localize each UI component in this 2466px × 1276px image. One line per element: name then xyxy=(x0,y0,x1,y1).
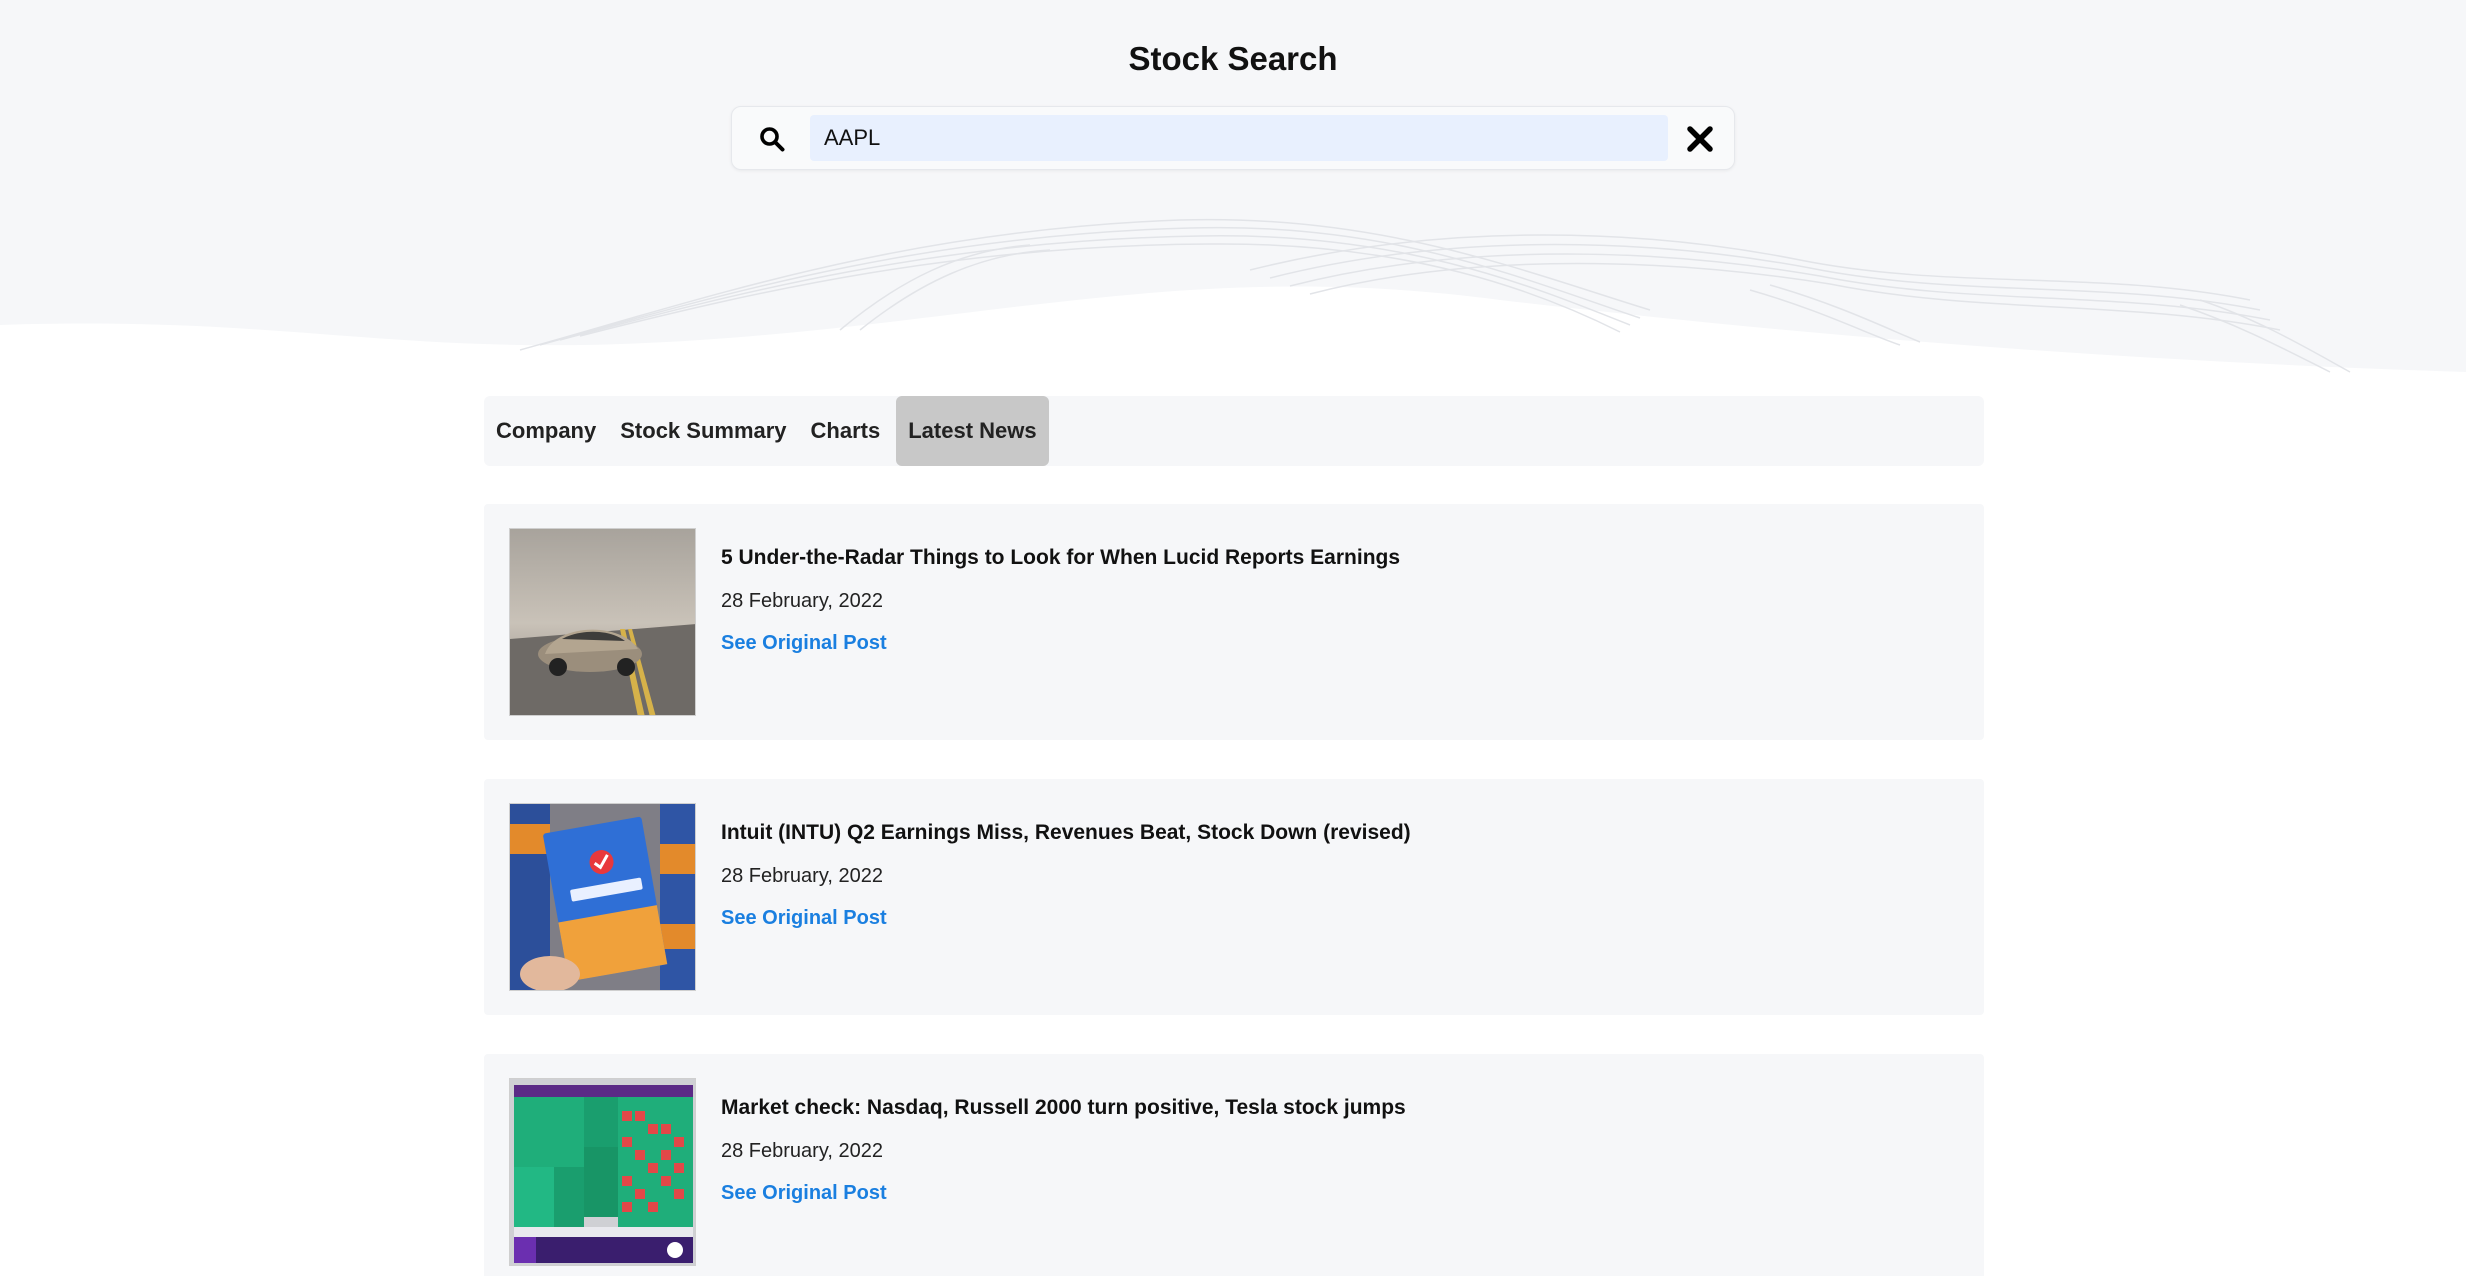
news-title: Market check: Nasdaq, Russell 2000 turn … xyxy=(721,1096,1406,1119)
tab-stock-summary[interactable]: Stock Summary xyxy=(612,396,794,466)
close-icon[interactable] xyxy=(1680,121,1720,157)
news-date: 28 February, 2022 xyxy=(721,865,883,887)
tab-charts[interactable]: Charts xyxy=(803,396,889,466)
see-original-post-link[interactable]: See Original Post xyxy=(721,907,887,930)
news-card: 5 Under-the-Radar Things to Look for Whe… xyxy=(484,504,1984,740)
search-bar xyxy=(731,106,1735,170)
search-input[interactable] xyxy=(810,115,1668,161)
tab-company[interactable]: Company xyxy=(488,396,604,466)
news-title: 5 Under-the-Radar Things to Look for Whe… xyxy=(721,546,1401,569)
search-icon[interactable] xyxy=(754,121,790,157)
page-title: Stock Search xyxy=(1128,40,1338,77)
news-thumbnail xyxy=(509,1078,696,1266)
news-thumbnail xyxy=(509,528,696,716)
tab-latest-news[interactable]: Latest News xyxy=(896,396,1049,466)
tab-bar: Company Stock Summary Charts Latest News xyxy=(484,396,1984,466)
see-original-post-link[interactable]: See Original Post xyxy=(721,632,887,655)
news-card: Market check: Nasdaq, Russell 2000 turn … xyxy=(484,1054,1984,1276)
news-title: Intuit (INTU) Q2 Earnings Miss, Revenues… xyxy=(721,821,1411,844)
news-date: 28 February, 2022 xyxy=(721,590,883,612)
news-thumbnail xyxy=(509,803,696,991)
news-date: 28 February, 2022 xyxy=(721,1140,883,1162)
news-card: Intuit (INTU) Q2 Earnings Miss, Revenues… xyxy=(484,779,1984,1015)
see-original-post-link[interactable]: See Original Post xyxy=(721,1182,887,1205)
